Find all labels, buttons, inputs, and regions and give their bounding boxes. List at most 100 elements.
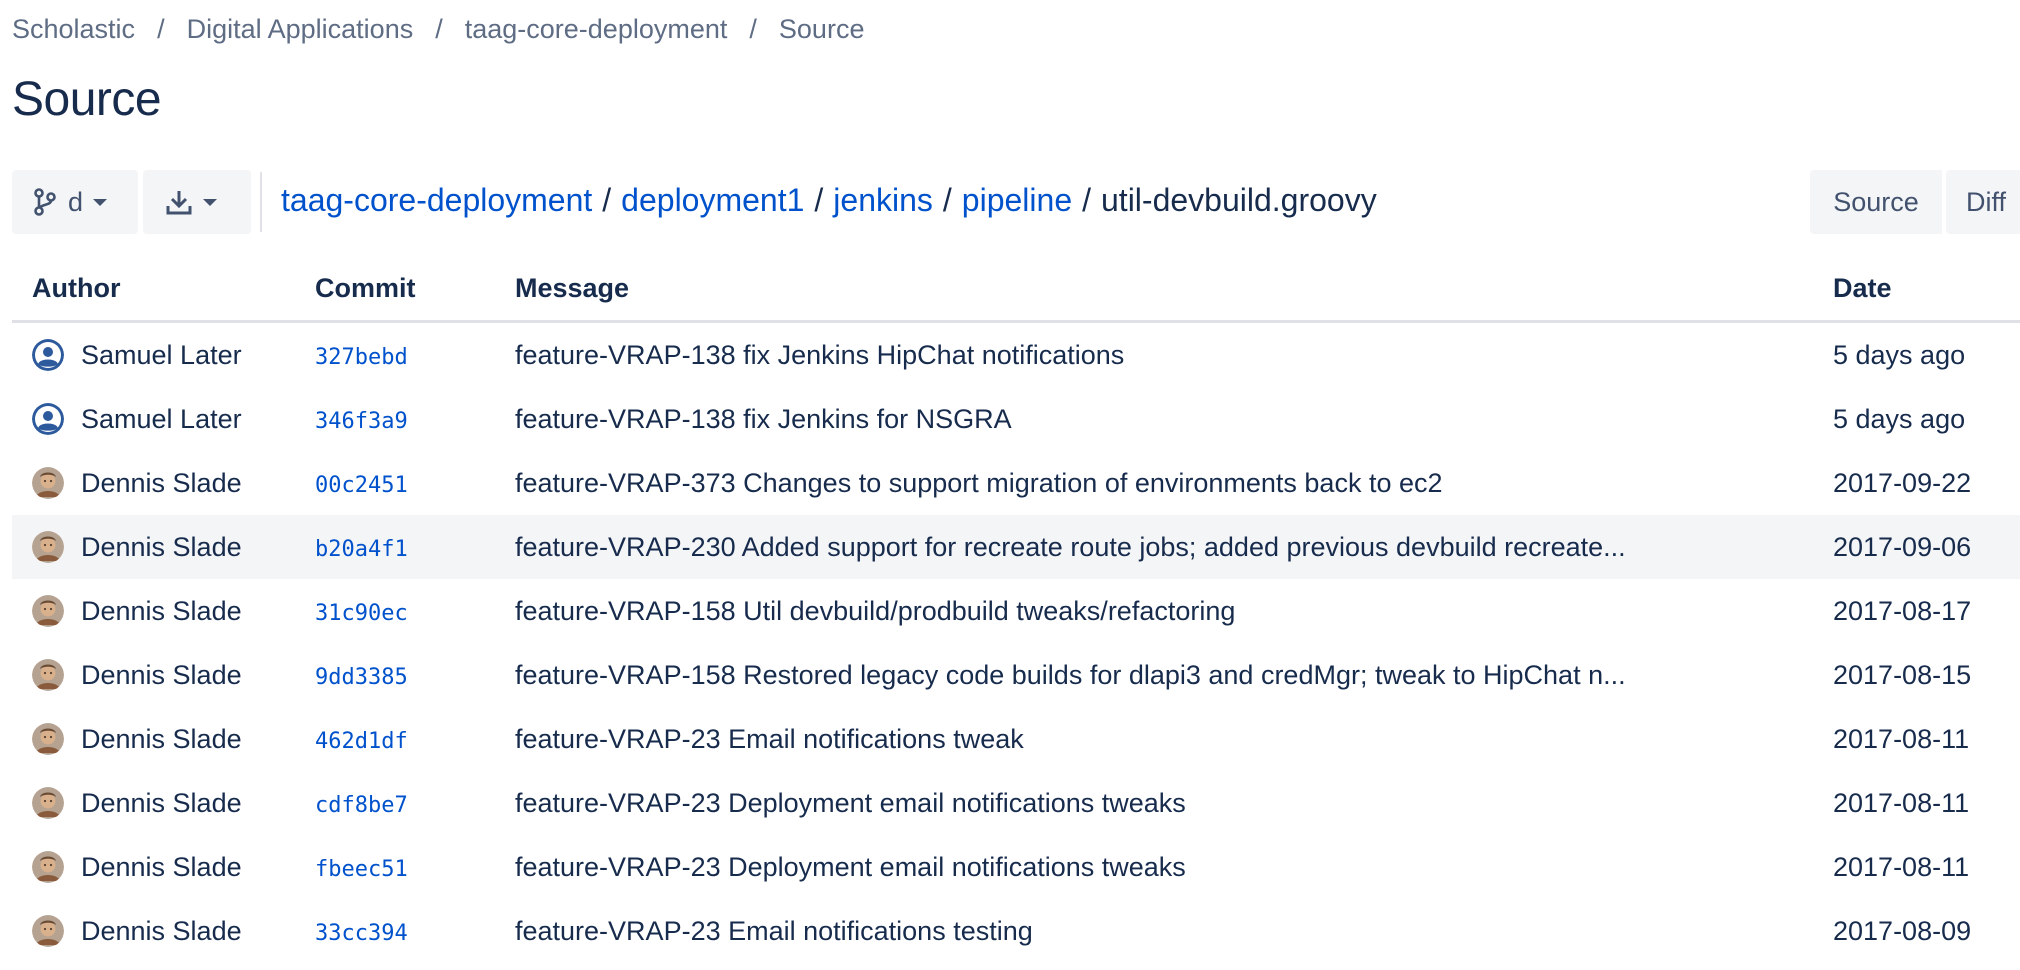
author-wrapper: Dennis Slade <box>32 595 315 627</box>
commit-hash-link[interactable]: 33cc394 <box>315 921 408 946</box>
path-link-folder[interactable]: pipeline <box>962 182 1072 218</box>
date-cell: 2017-09-22 <box>1833 451 2020 515</box>
author-wrapper: Dennis Slade <box>32 915 315 947</box>
commit-cell: 33cc394 <box>315 899 515 963</box>
message-cell: feature-VRAP-158 Util devbuild/prodbuild… <box>515 579 1833 643</box>
commit-cell: b20a4f1 <box>315 515 515 579</box>
breadcrumb-separator: / <box>435 14 443 44</box>
branch-selector-button[interactable]: d <box>12 170 138 234</box>
path-separator: / <box>602 182 612 218</box>
path-separator: / <box>1082 182 1091 218</box>
author-name[interactable]: Dennis Slade <box>81 596 242 627</box>
author-wrapper: Dennis Slade <box>32 851 315 883</box>
avatar[interactable] <box>32 595 64 627</box>
author-name[interactable]: Dennis Slade <box>81 532 242 563</box>
commit-row[interactable]: Dennis Slade fbeec51 feature-VRAP-23 Deplo… <box>12 835 2020 899</box>
author-cell: Samuel Later <box>12 322 315 388</box>
commit-row[interactable]: Dennis Slade cdf8be7 feature-VRAP-23 Deplo… <box>12 771 2020 835</box>
commit-row[interactable]: Dennis Slade 9dd3385 feature-VRAP-158 Rest… <box>12 643 2020 707</box>
avatar[interactable] <box>32 915 64 947</box>
message-cell: feature-VRAP-230 Added support for recre… <box>515 515 1833 579</box>
commit-hash-link[interactable]: 346f3a9 <box>315 409 408 434</box>
diff-view-button[interactable]: Diff <box>1946 170 2020 234</box>
commit-row[interactable]: Dennis Slade 33cc394 feature-VRAP-23 Email… <box>12 899 2020 963</box>
breadcrumb-item-repository[interactable]: taag-core-deployment <box>465 14 728 44</box>
avatar[interactable] <box>32 659 64 691</box>
author-name[interactable]: Dennis Slade <box>81 852 242 883</box>
commit-cell: 00c2451 <box>315 451 515 515</box>
source-view-button[interactable]: Source <box>1810 170 1942 234</box>
path-link-folder[interactable]: deployment1 <box>621 182 804 218</box>
message-cell: feature-VRAP-23 Deployment email notific… <box>515 771 1833 835</box>
date-cell: 2017-08-11 <box>1833 707 2020 771</box>
path-link-repository[interactable]: taag-core-deployment <box>281 182 592 218</box>
avatar[interactable] <box>32 787 64 819</box>
author-cell: Dennis Slade <box>12 643 315 707</box>
date-cell: 5 days ago <box>1833 322 2020 388</box>
commit-date: 2017-08-17 <box>1833 595 1972 626</box>
avatar[interactable] <box>32 467 64 499</box>
download-icon <box>165 188 193 216</box>
message-cell: feature-VRAP-23 Deployment email notific… <box>515 835 1833 899</box>
column-header-date: Date <box>1833 256 2020 323</box>
commit-date: 2017-08-09 <box>1833 915 1972 946</box>
commit-hash-link[interactable]: 9dd3385 <box>315 665 408 690</box>
commit-hash-link[interactable]: b20a4f1 <box>315 537 408 562</box>
breadcrumb-item-project-group[interactable]: Scholastic <box>12 14 135 44</box>
commit-message: feature-VRAP-23 Deployment email notific… <box>515 851 1186 882</box>
avatar[interactable] <box>32 851 64 883</box>
path-separator: / <box>814 182 824 218</box>
date-cell: 2017-09-06 <box>1833 515 2020 579</box>
author-cell: Dennis Slade <box>12 771 315 835</box>
author-name[interactable]: Dennis Slade <box>81 916 242 947</box>
commit-hash-link[interactable]: 31c90ec <box>315 601 408 626</box>
path-link-folder[interactable]: jenkins <box>833 182 933 218</box>
commit-cell: 346f3a9 <box>315 387 515 451</box>
commit-cell: 327bebd <box>315 322 515 388</box>
author-wrapper: Samuel Later <box>32 339 315 371</box>
commit-row[interactable]: Samuel Later 346f3a9 feature-VRAP-138 fix … <box>12 387 2020 451</box>
user-avatar-icon[interactable] <box>32 403 64 435</box>
author-cell: Dennis Slade <box>12 451 315 515</box>
author-name[interactable]: Dennis Slade <box>81 724 242 755</box>
download-button[interactable] <box>143 170 251 234</box>
commit-row[interactable]: Dennis Slade 31c90ec feature-VRAP-158 Util… <box>12 579 2020 643</box>
breadcrumb-item-current[interactable]: Source <box>779 14 865 44</box>
commit-hash-link[interactable]: fbeec51 <box>315 857 408 882</box>
user-avatar-icon[interactable] <box>32 339 64 371</box>
commit-message: feature-VRAP-158 Util devbuild/prodbuild… <box>515 595 1236 626</box>
commit-row[interactable]: Dennis Slade b20a4f1 feature-VRAP-230 Adde… <box>12 515 2020 579</box>
commit-message: feature-VRAP-373 Changes to support migr… <box>515 467 1443 498</box>
commit-hash-link[interactable]: cdf8be7 <box>315 793 408 818</box>
breadcrumb-item-project[interactable]: Digital Applications <box>187 14 414 44</box>
date-cell: 2017-08-17 <box>1833 579 2020 643</box>
author-cell: Dennis Slade <box>12 515 315 579</box>
commit-hash-link[interactable]: 462d1df <box>315 729 408 754</box>
author-wrapper: Dennis Slade <box>32 659 315 691</box>
date-cell: 2017-08-11 <box>1833 835 2020 899</box>
commit-message: feature-VRAP-158 Restored legacy code bu… <box>515 659 1626 690</box>
author-name[interactable]: Samuel Later <box>81 340 242 371</box>
chevron-down-icon <box>203 198 217 206</box>
commit-row[interactable]: Dennis Slade 00c2451 feature-VRAP-373 Chan… <box>12 451 2020 515</box>
table-header-row: Author Commit Message Date <box>12 256 2020 323</box>
avatar[interactable] <box>32 723 64 755</box>
commit-cell: fbeec51 <box>315 835 515 899</box>
breadcrumb: Scholastic / Digital Applications / taag-cor… <box>12 14 864 45</box>
author-wrapper: Dennis Slade <box>32 723 315 755</box>
avatar[interactable] <box>32 531 64 563</box>
commit-message: feature-VRAP-23 Deployment email notific… <box>515 787 1186 818</box>
commit-row[interactable]: Samuel Later 327bebd feature-VRAP-138 fix … <box>12 322 2020 388</box>
commit-hash-link[interactable]: 327bebd <box>315 345 408 370</box>
commit-row[interactable]: Dennis Slade 462d1df feature-VRAP-23 Email… <box>12 707 2020 771</box>
author-name[interactable]: Dennis Slade <box>81 468 242 499</box>
author-name[interactable]: Samuel Later <box>81 404 242 435</box>
author-name[interactable]: Dennis Slade <box>81 660 242 691</box>
message-cell: feature-VRAP-138 fix Jenkins HipChat not… <box>515 322 1833 388</box>
commit-date: 2017-09-06 <box>1833 531 1972 562</box>
author-wrapper: Dennis Slade <box>32 531 315 563</box>
message-cell: feature-VRAP-373 Changes to support migr… <box>515 451 1833 515</box>
commit-hash-link[interactable]: 00c2451 <box>315 473 408 498</box>
author-name[interactable]: Dennis Slade <box>81 788 242 819</box>
author-wrapper: Dennis Slade <box>32 467 315 499</box>
